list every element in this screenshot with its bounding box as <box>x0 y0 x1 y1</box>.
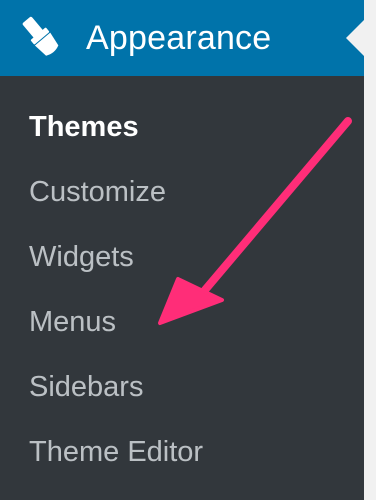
appearance-menu-header[interactable]: Appearance <box>0 0 364 76</box>
appearance-label: Appearance <box>86 19 272 57</box>
submenu-item-label: Widgets <box>29 241 134 273</box>
submenu-item-theme-editor[interactable]: Theme Editor <box>0 420 364 485</box>
appearance-submenu: Themes Customize Widgets Menus Sidebars … <box>0 95 364 485</box>
submenu-item-menus[interactable]: Menus <box>0 290 364 355</box>
submenu-item-label: Theme Editor <box>29 436 204 468</box>
submenu-item-themes[interactable]: Themes <box>0 95 364 160</box>
admin-menu-panel: Appearance Themes Customize Widgets Menu… <box>0 0 364 500</box>
submenu-item-sidebars[interactable]: Sidebars <box>0 355 364 420</box>
submenu-item-widgets[interactable]: Widgets <box>0 225 364 290</box>
submenu-item-label: Menus <box>29 306 117 338</box>
submenu-item-label: Themes <box>29 111 139 143</box>
current-menu-pointer <box>346 20 364 56</box>
submenu-item-customize[interactable]: Customize <box>0 160 364 225</box>
paintbrush-icon <box>14 13 66 59</box>
submenu-item-label: Customize <box>29 176 166 208</box>
page-background-strip <box>364 0 376 500</box>
submenu-item-label: Sidebars <box>29 371 144 403</box>
